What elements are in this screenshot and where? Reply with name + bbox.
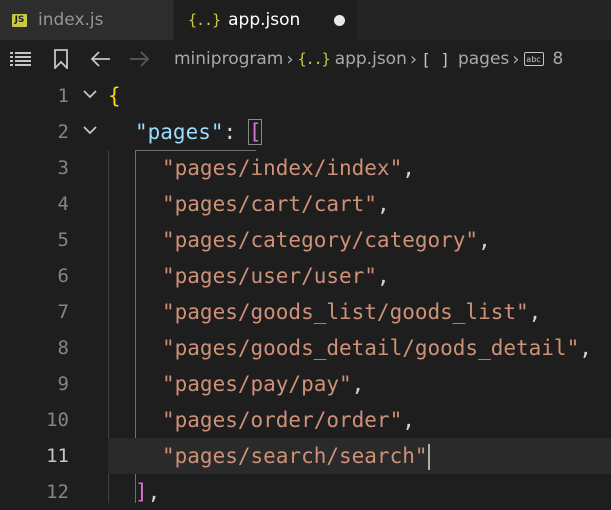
line-number: 1 — [57, 85, 69, 107]
code-text: "pages/cart/cart", — [162, 186, 390, 222]
array-icon: [ ] — [421, 49, 450, 69]
code-line[interactable]: 10 "pages/order/order", — [0, 402, 611, 438]
string-value: "pages/cart/cart" — [162, 192, 377, 216]
chevron-right-icon: › — [286, 48, 294, 70]
forward-arrow-icon[interactable] — [122, 51, 156, 67]
json-file-icon: {..} — [297, 50, 331, 68]
breadcrumb-item-miniprogram[interactable]: miniprogram — [174, 49, 283, 69]
tab-bar: JS index.js {..} app.json — [0, 0, 611, 40]
tab-label: app.json — [228, 10, 301, 30]
unsaved-changes-dot[interactable] — [334, 14, 346, 26]
code-text: "pages/index/index", — [162, 150, 415, 186]
line-number: 5 — [57, 229, 69, 251]
breadcrumb-item-pages[interactable]: pages — [458, 49, 509, 69]
code-text: "pages": [ — [135, 114, 263, 150]
code-line[interactable]: 8 "pages/goods_detail/goods_detail", — [0, 330, 611, 366]
code-text: "pages/user/user", — [162, 258, 390, 294]
line-number: 11 — [46, 445, 69, 467]
fold-chevron-icon[interactable] — [82, 118, 98, 142]
code-line[interactable]: 2 "pages": [ — [0, 114, 611, 150]
code-editor[interactable]: 1 { 2 "pages": [ 3 "pages/index/index", … — [0, 78, 611, 504]
code-line[interactable]: 3 "pages/index/index", — [0, 150, 611, 186]
open-bracket: [ — [247, 119, 263, 145]
code-text: "pages/goods_detail/goods_detail", — [162, 330, 592, 366]
code-text: "pages/search/search" — [162, 438, 430, 474]
code-text: "pages/goods_list/goods_list", — [162, 294, 541, 330]
back-arrow-icon[interactable] — [84, 51, 118, 67]
comma: , — [402, 408, 415, 432]
comma: , — [579, 336, 592, 360]
chevron-right-icon: › — [409, 48, 418, 70]
string-value: "pages/pay/pay" — [162, 372, 352, 396]
json-file-icon: {..} — [188, 11, 221, 29]
line-number: 6 — [57, 265, 69, 287]
string-value: "pages/index/index" — [162, 156, 403, 180]
line-number: 4 — [57, 193, 69, 215]
line-number: 9 — [57, 373, 69, 395]
string-icon: abc — [523, 52, 544, 66]
list-icon[interactable] — [4, 51, 38, 67]
code-line[interactable]: 12 ], — [0, 474, 611, 510]
line-number: 3 — [57, 157, 69, 179]
code-line[interactable]: 6 "pages/user/user", — [0, 258, 611, 294]
string-value: "pages/user/user" — [162, 264, 377, 288]
line-number: 2 — [57, 121, 69, 143]
tab-index-js[interactable]: JS index.js — [0, 0, 174, 40]
code-line[interactable]: 5 "pages/category/category", — [0, 222, 611, 258]
open-brace: { — [108, 84, 121, 108]
breadcrumb-bar: miniprogram › {..} app.json › [ ] pages … — [0, 40, 611, 78]
code-text: "pages/order/order", — [162, 402, 415, 438]
string-value: "pages/goods_detail/goods_detail" — [162, 336, 580, 360]
fold-chevron-icon[interactable] — [82, 82, 98, 106]
comma: , — [478, 228, 491, 252]
code-text: "pages/category/category", — [162, 222, 491, 258]
code-line[interactable]: 9 "pages/pay/pay", — [0, 366, 611, 402]
code-text: "pages/pay/pay", — [162, 366, 364, 402]
breadcrumb-item-8[interactable]: 8 — [553, 49, 564, 69]
bookmark-icon[interactable] — [44, 49, 78, 69]
comma: , — [147, 480, 161, 504]
tab-label: index.js — [38, 10, 104, 30]
comma: , — [351, 372, 365, 396]
chevron-right-icon: › — [512, 48, 520, 70]
code-text: ], — [135, 474, 160, 510]
comma: , — [528, 300, 542, 324]
colon: : — [223, 120, 249, 144]
line-number: 12 — [46, 481, 69, 503]
breadcrumb-item-app-json[interactable]: app.json — [335, 49, 407, 69]
string-value: "pages/order/order" — [162, 408, 403, 432]
text-cursor — [427, 444, 430, 470]
string-value: "pages/category/category" — [162, 228, 479, 252]
code-text: { — [108, 78, 121, 114]
string-value: "pages/search/search" — [162, 444, 428, 468]
line-number: 7 — [57, 301, 69, 323]
line-number: 8 — [57, 337, 69, 359]
string-value: "pages/goods_list/goods_list" — [162, 300, 529, 324]
line-number: 10 — [46, 409, 69, 431]
javascript-file-icon: JS — [12, 13, 27, 27]
close-bracket: ] — [135, 480, 148, 504]
comma: , — [376, 192, 390, 216]
json-key: "pages" — [135, 120, 224, 144]
code-line[interactable]: 1 { — [0, 78, 611, 114]
comma: , — [376, 264, 390, 288]
code-line[interactable]: 7 "pages/goods_list/goods_list", — [0, 294, 611, 330]
code-line-current[interactable]: 11 "pages/search/search" — [0, 438, 611, 474]
comma: , — [402, 156, 415, 180]
code-line[interactable]: 4 "pages/cart/cart", — [0, 186, 611, 222]
tab-app-json[interactable]: {..} app.json — [174, 0, 358, 40]
